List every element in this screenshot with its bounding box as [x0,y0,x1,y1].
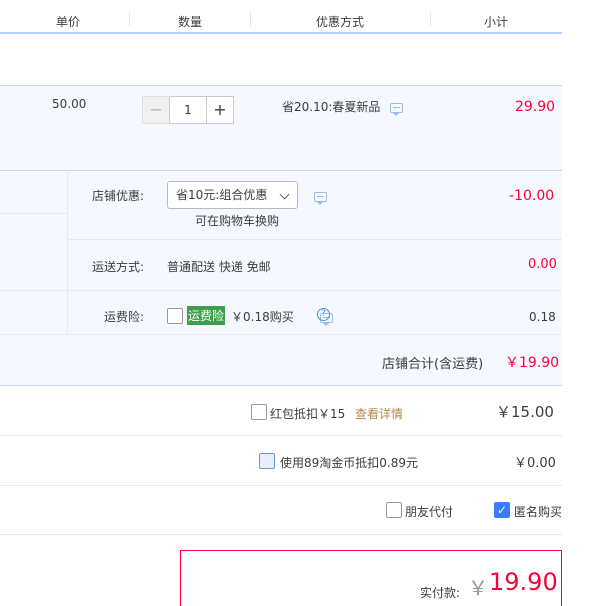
store-discount-select[interactable]: 省10元:组合优惠 [167,181,298,209]
col-header-quantity: 数量 [177,15,203,29]
payment-label: 实付款: [420,586,461,600]
payment-currency: ￥ [468,576,488,600]
item-promo-text: 省20.10:春夏新品 [282,100,381,114]
store-discount-label: 店铺优惠: [92,189,145,203]
item-subtotal: 29.90 [515,99,556,115]
table-header: 单价 数量 优惠方式 小计 [0,0,562,34]
comment-icon[interactable] [390,102,404,116]
col-header-promo: 优惠方式 [315,15,365,29]
insurance-checkbox[interactable] [167,308,183,324]
redpacket-value: ￥15.00 [496,403,554,421]
divider [0,534,562,535]
redpacket-checkbox[interactable] [251,404,267,420]
store-total-label: 店铺合计(含运费) [382,357,484,372]
insurance-value: 0.18 [529,310,556,324]
friend-pay-label: 朋友代付 [405,505,454,519]
divider [67,239,562,240]
divider [67,290,562,291]
store-discount-selected: 省10元:组合优惠 [176,188,268,202]
divider [0,485,562,486]
divider [0,290,67,291]
redpacket-details-link[interactable]: 查看详情 [355,405,403,422]
divider [0,334,562,335]
payment-amount: 19.90 [489,568,558,596]
coins-label: 使用89淘金币抵扣0.89元 [280,456,418,470]
anonymous-checkbox[interactable]: ✓ [494,502,510,518]
col-header-price: 单价 [55,15,81,29]
col-header-subtotal: 小计 [483,15,509,29]
shipping-method: 普通配送 快递 免邮 [167,260,271,274]
comment-icon[interactable] [314,191,327,205]
coins-checkbox[interactable] [259,453,275,469]
insurance-tag: 运费险 [187,306,226,325]
coins-value: ￥0.00 [514,456,556,471]
friend-pay-checkbox[interactable] [386,502,402,518]
anonymous-label: 匿名购买 [514,505,563,519]
increase-quantity-button[interactable]: + [206,96,234,124]
shipping-label: 运送方式: [92,260,145,274]
decrease-quantity-button[interactable]: − [142,96,170,124]
chevron-down-icon [279,189,290,200]
item-promo: 省20.10:春夏新品 [282,98,404,116]
header-divider [430,12,431,26]
store-discount-hint: 可在购物车换购 [195,214,280,228]
header-divider [250,12,251,26]
quantity-input[interactable]: 1 [170,96,206,124]
divider [0,213,67,214]
header-divider [129,12,130,26]
divider [0,435,562,436]
store-total-value: ￥19.90 [505,355,560,371]
shipping-value: 0.00 [528,257,557,272]
help-icon[interactable]: ? [317,308,330,321]
redpacket-label: 红包抵扣￥15 [270,407,346,421]
insurance-label: 运费险: [104,310,145,324]
item-unit-price: 50.00 [52,97,87,111]
divider [67,170,68,334]
store-discount-value: -10.00 [509,188,555,204]
quantity-stepper: − 1 + [142,96,234,124]
insurance-price: ￥0.18购买 [231,310,294,324]
